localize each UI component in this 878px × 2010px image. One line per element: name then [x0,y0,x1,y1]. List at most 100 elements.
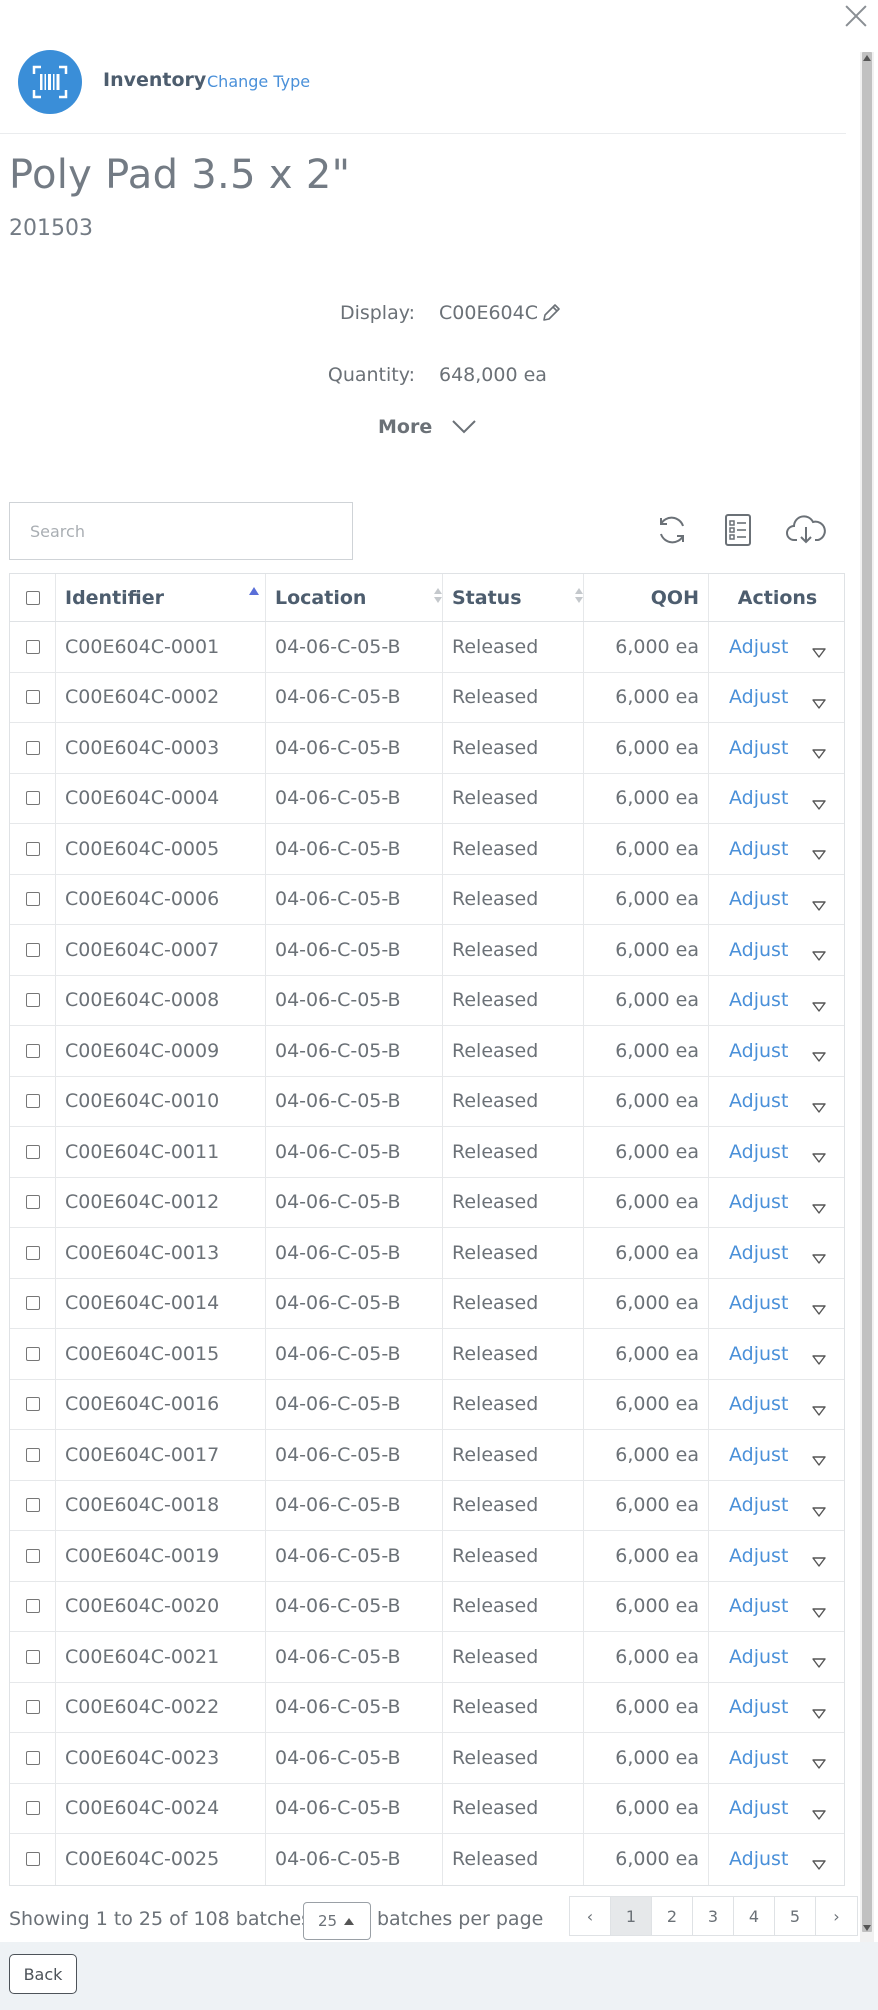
row-actions-dropdown-icon[interactable] [812,1349,826,1365]
row-checkbox[interactable] [25,942,40,957]
prev-page-button[interactable]: ‹ [570,1897,611,1935]
adjust-link[interactable]: Adjust [729,1545,788,1567]
adjust-link[interactable]: Adjust [729,989,788,1011]
row-actions-dropdown-icon[interactable] [812,642,826,658]
row-checkbox[interactable] [25,1195,40,1210]
row-checkbox[interactable] [25,1548,40,1563]
page-button-1[interactable]: 1 [611,1897,652,1935]
adjust-link[interactable]: Adjust [729,1242,788,1264]
row-actions-dropdown-icon[interactable] [812,1450,826,1466]
row-checkbox[interactable] [25,791,40,806]
row-actions-dropdown-icon[interactable] [812,1753,826,1769]
row-actions-dropdown-icon[interactable] [812,1046,826,1062]
row-checkbox[interactable] [25,1346,40,1361]
select-all-checkbox[interactable] [25,590,40,605]
adjust-link[interactable]: Adjust [729,1848,788,1870]
row-checkbox[interactable] [25,1296,40,1311]
row-checkbox[interactable] [25,1498,40,1513]
page-button-4[interactable]: 4 [734,1897,775,1935]
row-checkbox[interactable] [25,1144,40,1159]
row-checkbox[interactable] [25,1397,40,1412]
adjust-link[interactable]: Adjust [729,787,788,809]
row-actions-dropdown-icon[interactable] [812,1804,826,1820]
row-actions-dropdown-icon[interactable] [812,1551,826,1567]
scrollbar-thumb[interactable] [862,52,872,1932]
row-actions-dropdown-icon[interactable] [812,996,826,1012]
adjust-link[interactable]: Adjust [729,838,788,860]
row-actions-dropdown-icon[interactable] [812,895,826,911]
adjust-link[interactable]: Adjust [729,1747,788,1769]
page-size-select[interactable]: 25 [303,1902,371,1940]
row-checkbox[interactable] [25,1599,40,1614]
row-checkbox[interactable] [25,690,40,705]
row-checkbox[interactable] [25,841,40,856]
row-checkbox[interactable] [25,1649,40,1664]
row-checkbox[interactable] [25,993,40,1008]
row-actions-dropdown-icon[interactable] [812,945,826,961]
back-button[interactable]: Back [9,1954,77,1994]
adjust-link[interactable]: Adjust [729,737,788,759]
row-checkbox[interactable] [25,1852,40,1867]
row-checkbox[interactable] [25,1700,40,1715]
adjust-link[interactable]: Adjust [729,1797,788,1819]
row-checkbox[interactable] [25,892,40,907]
edit-pencil-icon[interactable] [540,302,562,328]
page-button-2[interactable]: 2 [652,1897,693,1935]
chevron-down-icon[interactable] [451,418,477,440]
adjust-link[interactable]: Adjust [729,1494,788,1516]
row-checkbox[interactable] [25,1750,40,1765]
row-actions-dropdown-icon[interactable] [812,1248,826,1264]
adjust-link[interactable]: Adjust [729,1191,788,1213]
refresh-icon[interactable] [652,510,692,550]
row-checkbox[interactable] [25,1043,40,1058]
row-checkbox[interactable] [25,1447,40,1462]
scroll-up-arrow-icon[interactable] [863,55,871,61]
adjust-link[interactable]: Adjust [729,1646,788,1668]
row-actions-dropdown-icon[interactable] [812,743,826,759]
row-actions-dropdown-icon[interactable] [812,1198,826,1214]
more-toggle[interactable]: More [378,416,432,438]
sort-ascending-icon[interactable] [249,587,259,595]
row-actions-dropdown-icon[interactable] [812,1854,826,1870]
adjust-link[interactable]: Adjust [729,1141,788,1163]
column-header-identifier[interactable]: Identifier [56,574,266,621]
column-header-status[interactable]: Status [443,574,584,621]
row-actions-dropdown-icon[interactable] [812,1703,826,1719]
adjust-link[interactable]: Adjust [729,1393,788,1415]
row-actions-dropdown-icon[interactable] [812,693,826,709]
search-input[interactable] [9,502,353,560]
row-checkbox[interactable] [25,1245,40,1260]
adjust-link[interactable]: Adjust [729,686,788,708]
row-actions-dropdown-icon[interactable] [812,1400,826,1416]
adjust-link[interactable]: Adjust [729,1040,788,1062]
row-actions-dropdown-icon[interactable] [812,794,826,810]
row-checkbox[interactable] [25,639,40,654]
next-page-button[interactable]: › [816,1897,857,1935]
column-header-location[interactable]: Location [266,574,443,621]
change-type-link[interactable]: Change Type [207,72,310,91]
row-checkbox[interactable] [25,740,40,755]
adjust-link[interactable]: Adjust [729,636,788,658]
row-checkbox[interactable] [25,1801,40,1816]
adjust-link[interactable]: Adjust [729,888,788,910]
adjust-link[interactable]: Adjust [729,1595,788,1617]
row-actions-dropdown-icon[interactable] [812,1147,826,1163]
page-button-5[interactable]: 5 [775,1897,816,1935]
scroll-down-arrow-icon[interactable] [863,1925,871,1931]
row-actions-dropdown-icon[interactable] [812,1602,826,1618]
row-actions-dropdown-icon[interactable] [812,1652,826,1668]
row-checkbox[interactable] [25,1094,40,1109]
checklist-icon[interactable] [718,510,758,550]
adjust-link[interactable]: Adjust [729,1696,788,1718]
cloud-download-icon[interactable] [785,510,826,550]
row-actions-dropdown-icon[interactable] [812,1501,826,1517]
adjust-link[interactable]: Adjust [729,939,788,961]
row-actions-dropdown-icon[interactable] [812,1299,826,1315]
adjust-link[interactable]: Adjust [729,1444,788,1466]
adjust-link[interactable]: Adjust [729,1292,788,1314]
adjust-link[interactable]: Adjust [729,1343,788,1365]
row-actions-dropdown-icon[interactable] [812,1097,826,1113]
adjust-link[interactable]: Adjust [729,1090,788,1112]
page-button-3[interactable]: 3 [693,1897,734,1935]
row-actions-dropdown-icon[interactable] [812,844,826,860]
